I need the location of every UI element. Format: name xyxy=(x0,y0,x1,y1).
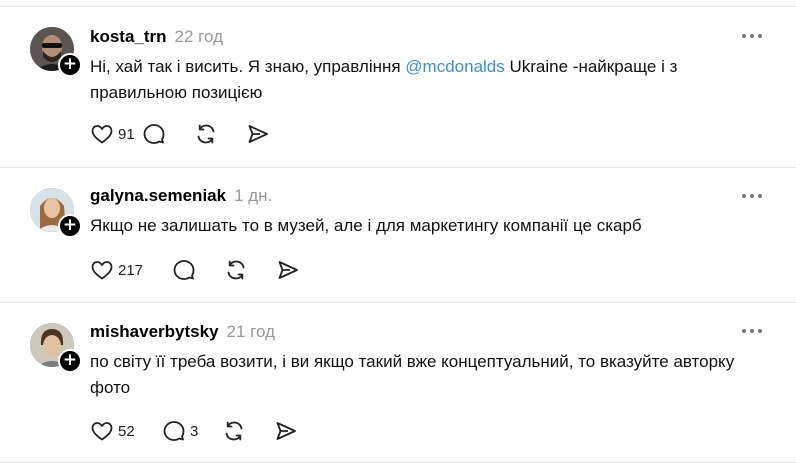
comment-bubble-icon xyxy=(173,260,195,280)
like-button[interactable]: 52 xyxy=(90,419,142,443)
like-button[interactable]: 217 xyxy=(90,258,150,282)
comment-button[interactable] xyxy=(142,122,194,146)
post-actions: 217 xyxy=(90,258,328,282)
post-galyna-semeniak: + galyna.semeniak 1 дн. Якщо не залишать… xyxy=(0,168,796,302)
comment-button[interactable] xyxy=(172,258,224,282)
avatar-container[interactable]: + xyxy=(30,27,82,77)
post-text: по світу її треба возити, і ви якщо таки… xyxy=(90,352,735,397)
avatar-container[interactable]: + xyxy=(30,323,82,373)
like-count: 217 xyxy=(118,261,144,279)
more-options-button[interactable] xyxy=(742,325,766,337)
username[interactable]: kosta_trn xyxy=(90,27,167,47)
mention-link[interactable]: @mcdonalds xyxy=(405,57,504,76)
post-mishaverbytsky: + mishaverbytsky 21 год по світу її треб… xyxy=(0,303,796,465)
more-dots-icon xyxy=(742,34,746,38)
threads-feed: + kosta_trn 22 год Ні, хай так і висить.… xyxy=(0,0,796,465)
repost-icon xyxy=(227,260,245,280)
heart-icon xyxy=(91,261,113,280)
post-text: Якщо не залишать то в музей, але і для м… xyxy=(90,216,642,235)
follow-plus-icon[interactable]: + xyxy=(58,53,82,77)
post-actions: 91 xyxy=(90,122,298,146)
like-button[interactable]: 91 xyxy=(90,122,142,146)
comment-bubble-icon xyxy=(163,421,185,441)
share-button[interactable] xyxy=(246,122,298,146)
more-dots-icon xyxy=(742,329,746,333)
comment-count: 3 xyxy=(190,422,199,440)
like-count: 91 xyxy=(118,125,135,143)
repost-button[interactable] xyxy=(224,258,276,282)
post-text: Ні, хай так і висить. Я знаю, управління… xyxy=(90,57,678,102)
username[interactable]: galyna.semeniak xyxy=(90,186,226,206)
comment-button[interactable]: 3 xyxy=(162,419,214,443)
send-icon xyxy=(278,261,298,279)
share-button[interactable] xyxy=(274,419,326,443)
repost-icon xyxy=(197,124,215,144)
timestamp: 22 год xyxy=(174,27,223,46)
like-count: 52 xyxy=(118,422,135,440)
send-icon xyxy=(276,422,296,440)
timestamp: 1 дн. xyxy=(234,186,273,205)
heart-icon xyxy=(91,422,113,441)
comment-bubble-icon xyxy=(143,124,165,144)
more-options-button[interactable] xyxy=(742,190,766,202)
share-button[interactable] xyxy=(276,258,328,282)
post-kosta-trn: + kosta_trn 22 год Ні, хай так і висить.… xyxy=(0,0,796,168)
post-actions: 52 3 xyxy=(90,419,326,443)
repost-icon xyxy=(225,421,243,441)
more-options-button[interactable] xyxy=(742,30,766,42)
send-icon xyxy=(248,125,268,143)
follow-plus-icon[interactable]: + xyxy=(58,349,82,373)
follow-plus-icon[interactable]: + xyxy=(58,214,82,238)
avatar-container[interactable]: + xyxy=(30,188,82,238)
timestamp: 21 год xyxy=(226,322,275,341)
repost-button[interactable] xyxy=(194,122,246,146)
divider xyxy=(0,462,796,463)
repost-button[interactable] xyxy=(222,419,274,443)
heart-icon xyxy=(91,125,113,144)
more-dots-icon xyxy=(742,194,746,198)
username[interactable]: mishaverbytsky xyxy=(90,322,219,342)
